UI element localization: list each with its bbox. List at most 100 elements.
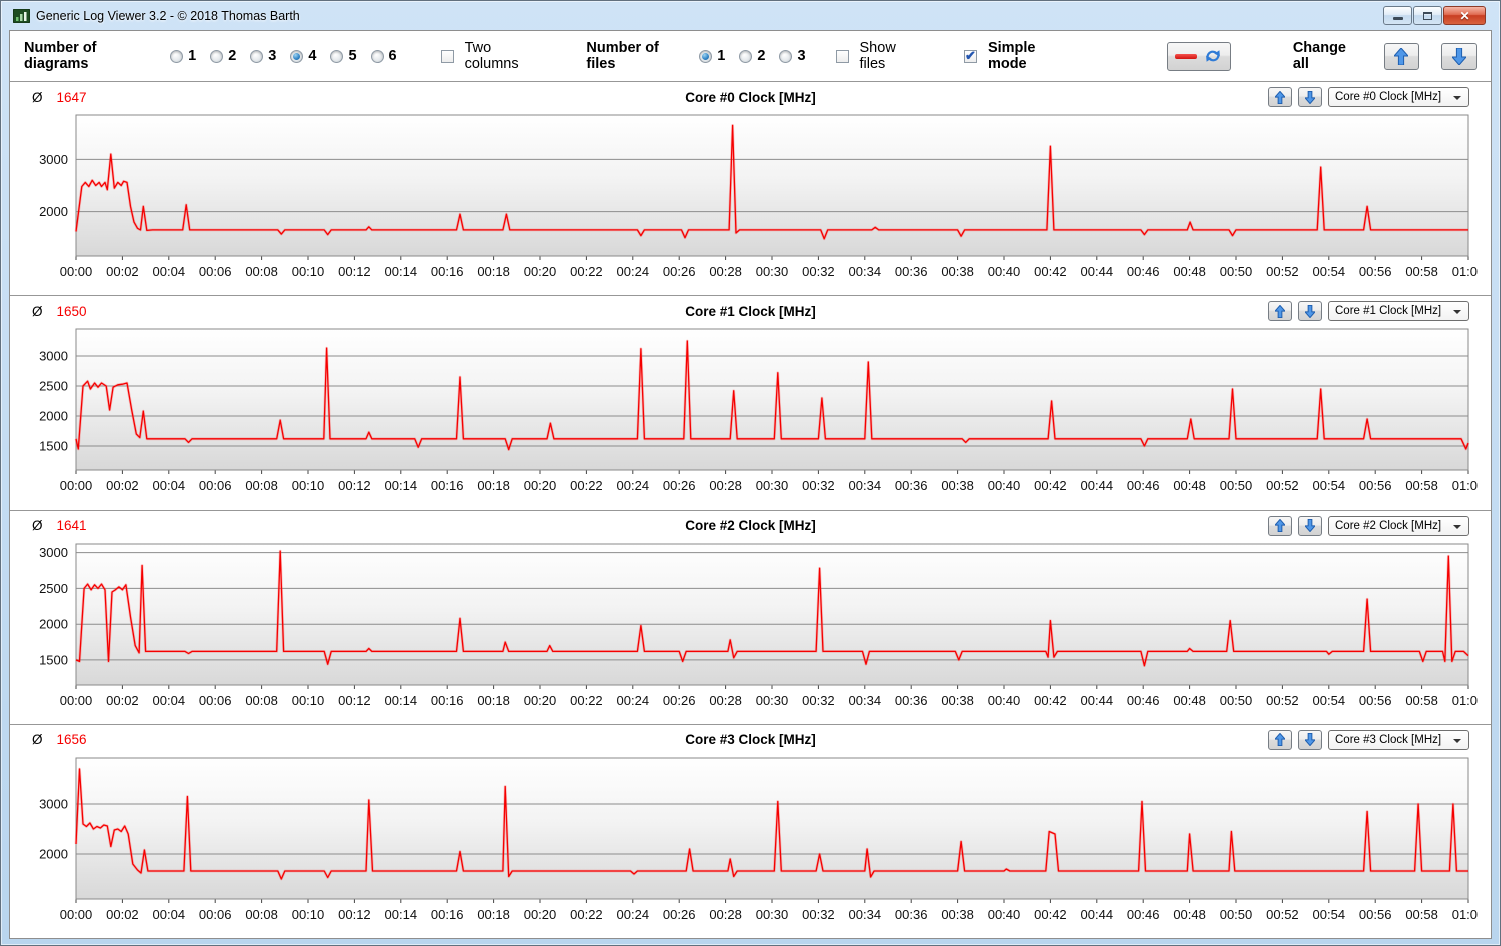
svg-text:00:22: 00:22 xyxy=(570,264,603,279)
arrow-up-icon xyxy=(1275,733,1285,747)
svg-text:00:26: 00:26 xyxy=(663,907,696,922)
svg-text:00:56: 00:56 xyxy=(1359,264,1392,279)
svg-text:00:44: 00:44 xyxy=(1081,693,1114,708)
svg-text:2000: 2000 xyxy=(39,616,68,631)
refresh-icon xyxy=(1206,50,1220,62)
metric-dropdown[interactable]: Core #3 Clock [MHz] xyxy=(1328,729,1469,750)
files-radio-3[interactable]: 3 xyxy=(779,48,806,64)
svg-text:00:52: 00:52 xyxy=(1266,264,1299,279)
svg-text:00:54: 00:54 xyxy=(1313,693,1346,708)
simple-mode-checkbox[interactable]: Simple mode xyxy=(963,40,1071,72)
svg-text:00:38: 00:38 xyxy=(941,478,974,493)
svg-text:00:12: 00:12 xyxy=(338,264,371,279)
metric-dropdown[interactable]: Core #0 Clock [MHz] xyxy=(1328,87,1469,107)
title-bar[interactable]: Generic Log Viewer 3.2 - © 2018 Thomas B… xyxy=(9,1,1492,30)
svg-text:00:32: 00:32 xyxy=(802,907,835,922)
metric-dropdown[interactable]: Core #1 Clock [MHz] xyxy=(1328,301,1469,322)
svg-text:00:28: 00:28 xyxy=(709,693,742,708)
metric-dropdown[interactable]: Core #2 Clock [MHz] xyxy=(1328,515,1469,536)
diagrams-radio-5[interactable]: 5 xyxy=(330,48,357,64)
svg-text:00:20: 00:20 xyxy=(524,693,557,708)
svg-text:00:36: 00:36 xyxy=(895,693,928,708)
svg-text:00:20: 00:20 xyxy=(524,907,557,922)
minimize-icon xyxy=(1392,17,1403,20)
files-radio-2[interactable]: 2 xyxy=(739,48,765,64)
svg-text:00:58: 00:58 xyxy=(1405,264,1438,279)
svg-text:00:50: 00:50 xyxy=(1220,907,1253,922)
move-down-button[interactable] xyxy=(1298,87,1322,107)
diagrams-radio-4-selected[interactable]: 4 xyxy=(290,48,316,64)
chart-title: Core #0 Clock [MHz] xyxy=(685,89,816,105)
diagrams-radio-6[interactable]: 6 xyxy=(370,48,397,64)
svg-text:00:10: 00:10 xyxy=(292,478,325,493)
svg-text:00:52: 00:52 xyxy=(1266,478,1299,493)
minimize-button[interactable] xyxy=(1383,6,1412,25)
svg-text:00:50: 00:50 xyxy=(1220,478,1253,493)
svg-text:00:18: 00:18 xyxy=(477,693,510,708)
move-down-button[interactable] xyxy=(1298,301,1322,322)
svg-text:00:08: 00:08 xyxy=(245,907,278,922)
svg-text:00:12: 00:12 xyxy=(338,693,371,708)
svg-text:00:32: 00:32 xyxy=(802,693,835,708)
svg-text:00:46: 00:46 xyxy=(1127,693,1160,708)
move-up-button[interactable] xyxy=(1268,87,1292,107)
svg-text:00:00: 00:00 xyxy=(60,907,93,922)
svg-text:00:10: 00:10 xyxy=(292,693,325,708)
svg-text:00:08: 00:08 xyxy=(245,264,278,279)
change-all-down-button[interactable] xyxy=(1441,42,1477,70)
svg-text:00:20: 00:20 xyxy=(524,478,557,493)
svg-text:00:46: 00:46 xyxy=(1127,478,1160,493)
window-content: Number of diagrams 1 2 3 4 5 6 Two colum… xyxy=(9,30,1492,939)
chart-title: Core #2 Clock [MHz] xyxy=(685,518,816,533)
svg-text:00:34: 00:34 xyxy=(849,478,882,493)
files-label: Number of files xyxy=(586,40,659,72)
radio-icon xyxy=(250,49,264,63)
two-columns-checkbox[interactable]: Two columns xyxy=(440,40,543,72)
show-files-checkbox[interactable]: Show files xyxy=(835,40,920,72)
svg-text:00:38: 00:38 xyxy=(941,264,974,279)
move-down-button[interactable] xyxy=(1298,729,1322,750)
change-all-up-button[interactable] xyxy=(1383,42,1420,70)
svg-text:00:18: 00:18 xyxy=(477,478,510,493)
svg-text:00:28: 00:28 xyxy=(709,478,742,493)
diagrams-radio-2[interactable]: 2 xyxy=(210,48,236,64)
maximize-button[interactable] xyxy=(1413,6,1442,25)
svg-text:00:28: 00:28 xyxy=(709,264,742,279)
checkbox-checked-icon xyxy=(963,48,977,64)
svg-text:00:38: 00:38 xyxy=(941,907,974,922)
radio-icon xyxy=(779,49,793,63)
chart-canvas-core2: 1500 2000 2500 3000 00:00 00:02 00:04 00:06 00:0… xyxy=(39,543,1484,708)
svg-text:00:18: 00:18 xyxy=(477,264,510,279)
svg-text:00:22: 00:22 xyxy=(570,478,603,493)
close-icon: ✕ xyxy=(1459,8,1470,23)
svg-text:00:20: 00:20 xyxy=(524,264,557,279)
radio-icon xyxy=(210,49,224,63)
svg-text:00:34: 00:34 xyxy=(849,907,882,922)
svg-text:00:34: 00:34 xyxy=(849,693,882,708)
svg-text:00:18: 00:18 xyxy=(477,907,510,922)
diagrams-radio-1[interactable]: 1 xyxy=(170,48,196,64)
average-readout: Ø 1650 xyxy=(32,303,87,319)
diagrams-radio-3[interactable]: 3 xyxy=(250,48,276,64)
svg-text:2500: 2500 xyxy=(39,580,68,595)
svg-text:00:46: 00:46 xyxy=(1127,907,1160,922)
move-up-button[interactable] xyxy=(1268,515,1292,536)
svg-text:01:00: 01:00 xyxy=(1452,907,1478,922)
svg-text:01:00: 01:00 xyxy=(1452,478,1478,493)
svg-text:00:40: 00:40 xyxy=(988,264,1021,279)
svg-text:00:38: 00:38 xyxy=(941,693,974,708)
chart-title: Core #1 Clock [MHz] xyxy=(685,303,816,319)
close-button[interactable]: ✕ xyxy=(1443,6,1486,25)
move-up-button[interactable] xyxy=(1268,729,1292,750)
svg-text:00:02: 00:02 xyxy=(106,264,139,279)
reset-zoom-button[interactable] xyxy=(1166,41,1231,71)
files-radio-1-selected[interactable]: 1 xyxy=(699,48,725,64)
svg-text:2000: 2000 xyxy=(39,846,68,861)
svg-text:00:30: 00:30 xyxy=(756,264,789,279)
svg-text:3000: 3000 xyxy=(39,796,68,811)
move-up-button[interactable] xyxy=(1268,301,1292,322)
svg-text:00:24: 00:24 xyxy=(617,907,650,922)
svg-text:00:26: 00:26 xyxy=(663,264,696,279)
move-down-button[interactable] xyxy=(1298,515,1322,536)
svg-text:00:04: 00:04 xyxy=(153,907,186,922)
